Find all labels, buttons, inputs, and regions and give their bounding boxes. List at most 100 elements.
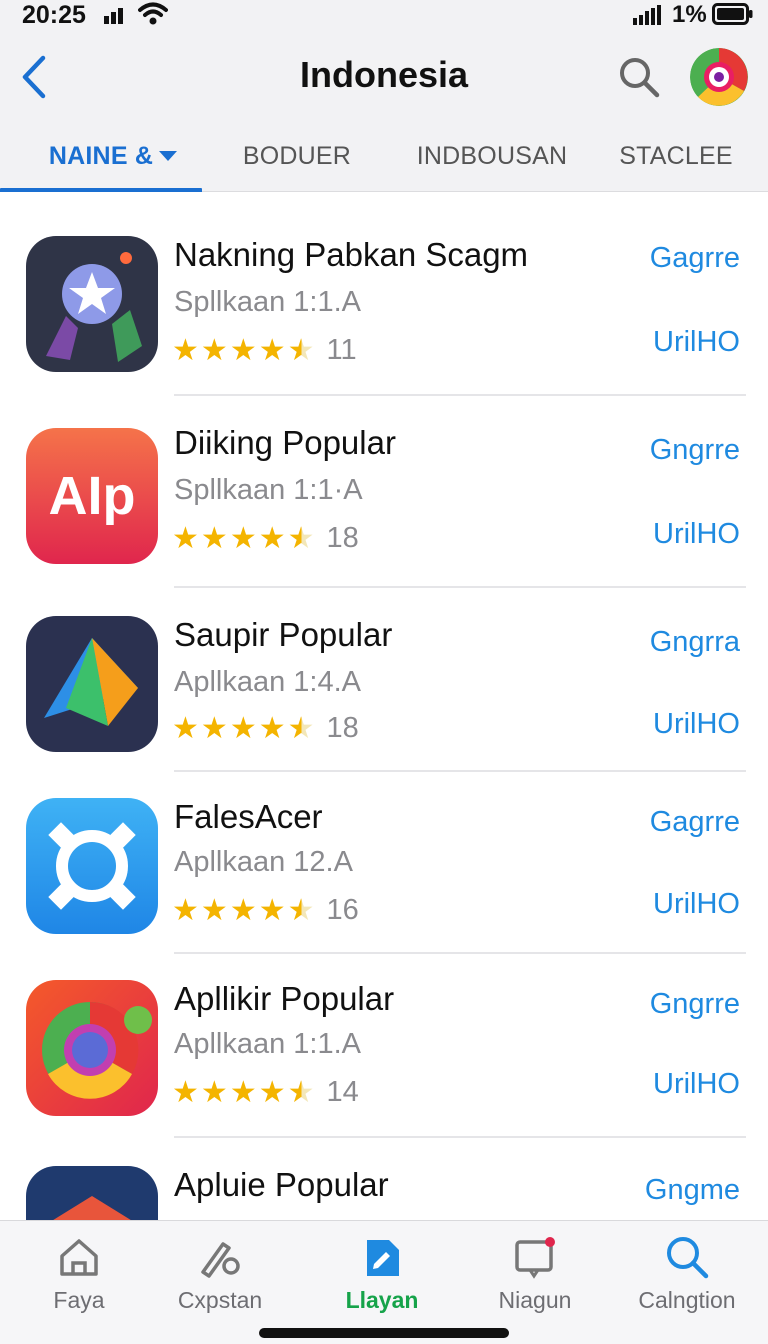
app-action-link[interactable]: Gagrre: [650, 242, 740, 275]
app-subtitle: Spllkaan 1:1.A: [174, 286, 362, 318]
search-icon: [667, 1237, 709, 1279]
star-icon: ★: [229, 1075, 257, 1109]
star-hands-icon: [26, 236, 158, 372]
tab-staclee[interactable]: STACLEE: [612, 136, 740, 176]
rating-count: 16: [326, 894, 359, 926]
app-action-link[interactable]: Gngrre: [650, 434, 740, 467]
half-star-icon: ★: [287, 1075, 315, 1109]
star-icon: ★: [200, 893, 228, 927]
tab-notifications[interactable]: Niagun: [460, 1233, 610, 1314]
partial-app-icon: [26, 1166, 158, 1220]
tab-label: NAINE &: [48, 141, 154, 170]
profile-logo-icon: [690, 48, 748, 106]
navigation-bar: Indonesia: [0, 40, 768, 120]
app-subtitle: Apllkaan 12.A: [174, 846, 353, 878]
status-bar: 20:25 1%: [0, 0, 768, 34]
search-icon: [620, 58, 660, 98]
app-action-link[interactable]: Gngme: [645, 1174, 740, 1207]
app-subtitle: Apllkaan 1:1.A: [174, 1028, 362, 1060]
category-tabs: NAINE & BODUER INDBOUSAN STACLEE: [0, 126, 768, 193]
star-rating: ★ ★ ★ ★ ★ 14: [172, 1076, 359, 1109]
avatar[interactable]: [690, 48, 748, 106]
tab-tools[interactable]: Cxpstan: [145, 1233, 295, 1314]
app-secondary-link[interactable]: UrilHO: [653, 326, 740, 359]
notification-icon: [515, 1237, 555, 1279]
star-icon: ★: [200, 1075, 228, 1109]
star-icon: ★: [229, 333, 257, 367]
star-icon: ★: [172, 521, 199, 555]
star-icon: ★: [172, 711, 199, 745]
cellular-signal-icon: [633, 5, 661, 25]
star-icon: ★: [172, 893, 199, 927]
status-time: 20:25: [22, 1, 86, 29]
tab-home[interactable]: Faya: [4, 1233, 154, 1314]
tab-label: Niagun: [498, 1287, 572, 1313]
bottom-tab-bar: Faya Cxpstan Llayan Niagun Calngtion: [0, 1220, 768, 1344]
home-icon: [60, 1239, 98, 1276]
app-name: Saupir Popular: [174, 616, 393, 653]
star-icon: ★: [258, 333, 286, 367]
app-action-link[interactable]: Gagrre: [650, 806, 740, 839]
app-secondary-link[interactable]: UrilHO: [653, 1068, 740, 1101]
star-icon: ★: [229, 711, 257, 745]
row-divider: [174, 586, 746, 588]
app-action-link[interactable]: Gngrra: [650, 626, 740, 659]
star-icon: ★: [200, 521, 228, 555]
app-name: Nakning Pabkan Scagm: [174, 236, 529, 273]
star-icon: ★: [258, 893, 286, 927]
caret-down-icon: [159, 151, 178, 161]
row-divider: [174, 770, 746, 772]
tab-indbousan[interactable]: INDBOUSAN: [412, 136, 572, 176]
row-divider: [174, 394, 746, 396]
star-icon: ★: [229, 521, 257, 555]
star-icon: ★: [258, 1075, 286, 1109]
apps-icon: [367, 1240, 399, 1276]
half-star-icon: ★: [287, 521, 315, 555]
rating-count: 11: [326, 334, 357, 366]
tab-search[interactable]: Calngtion: [612, 1233, 762, 1314]
star-icon: ★: [229, 893, 257, 927]
triangle-icon: [26, 616, 158, 752]
tab-label: Faya: [53, 1287, 105, 1313]
star-rating: ★ ★ ★ ★ ★ 18: [172, 712, 359, 745]
tab-naine[interactable]: NAINE &: [38, 136, 188, 176]
star-rating: ★ ★ ★ ★ ★ 11: [172, 334, 357, 367]
app-name: Apluie Popular: [174, 1166, 389, 1203]
half-star-icon: ★: [287, 333, 315, 367]
star-rating: ★ ★ ★ ★ ★ 16: [172, 894, 359, 927]
star-icon: ★: [258, 711, 286, 745]
app-name: Apllikir Popular: [174, 980, 395, 1017]
tab-label: Calngtion: [638, 1287, 736, 1313]
tab-boduer[interactable]: BODUER: [232, 136, 362, 176]
app-secondary-link[interactable]: UrilHO: [653, 708, 740, 741]
app-secondary-link[interactable]: UrilHO: [653, 888, 740, 921]
app-name: Diiking Popular: [174, 424, 396, 461]
app-name: FalesAcer: [174, 798, 323, 835]
app-list: Nakning Pabkan Scagm Spllkaan 1:1.A ★ ★ ★ ★…: [0, 192, 768, 1220]
half-star-icon: ★: [287, 711, 315, 745]
star-icon: ★: [172, 333, 199, 367]
home-indicator: [259, 1328, 509, 1338]
ring-icon: [26, 798, 158, 934]
row-divider: [174, 952, 746, 954]
top-header: 20:25 1% Indonesia NAINE & BODUER INDBOU…: [0, 0, 768, 193]
app-secondary-link[interactable]: UrilHO: [653, 518, 740, 551]
star-rating: ★ ★ ★ ★ ★ 18: [172, 522, 359, 555]
star-icon: ★: [200, 333, 228, 367]
row-divider: [174, 1136, 746, 1138]
tool-icon: [201, 1242, 240, 1278]
app-subtitle: Apllkaan 1:4.A: [174, 666, 362, 698]
half-star-icon: ★: [287, 893, 315, 927]
star-icon: ★: [172, 1075, 199, 1109]
app-action-link[interactable]: Gngrre: [650, 988, 740, 1021]
chrome-icon: [26, 980, 158, 1116]
aip-icon: AIp: [26, 428, 158, 564]
tab-label: Llayan: [345, 1287, 419, 1313]
star-icon: ★: [258, 521, 286, 555]
rating-count: 18: [326, 712, 359, 744]
search-button[interactable]: [614, 52, 664, 102]
app-subtitle: Spllkaan 1:1·A: [174, 474, 363, 506]
rating-count: 18: [326, 522, 359, 554]
tab-apps[interactable]: Llayan: [307, 1233, 457, 1314]
battery-icon: [712, 3, 753, 25]
